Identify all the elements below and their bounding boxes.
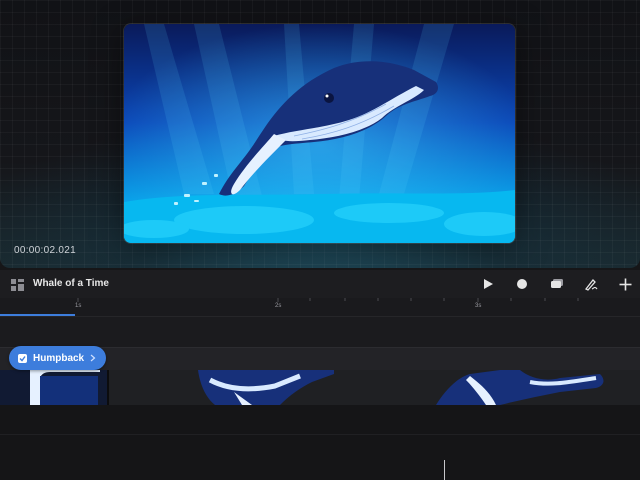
add-button[interactable]	[617, 276, 633, 292]
project-title: Whale of a Time	[33, 278, 109, 289]
timeline-empty-area[interactable]	[0, 405, 640, 480]
animation-canvas[interactable]	[124, 24, 515, 243]
onion-skin-icon	[551, 279, 563, 288]
play-icon	[484, 279, 493, 289]
timecode: 00:00:02.021	[14, 245, 76, 256]
divider	[0, 434, 640, 435]
checkmark-icon	[19, 355, 26, 362]
add-icon	[619, 278, 631, 290]
ruler-ticks	[0, 298, 579, 316]
visibility-checkbox[interactable]	[18, 353, 27, 363]
whale-artwork	[124, 24, 515, 243]
ruler-label-3s: 3s	[475, 303, 482, 309]
record-button[interactable]	[514, 276, 530, 292]
frame-strip[interactable]	[0, 370, 640, 405]
ruler-label-2s: 2s	[275, 303, 282, 309]
frame-thumbnails	[0, 370, 604, 405]
track-name-pill[interactable]: Humpback	[9, 346, 107, 370]
time-ruler[interactable]: 1s 2s 3s	[0, 298, 640, 317]
play-button[interactable]	[480, 276, 496, 292]
track-name: Humpback	[33, 352, 85, 364]
timeline-toolbar: Whale of a Time	[0, 270, 640, 298]
record-icon	[517, 279, 527, 289]
chevron-right-icon	[90, 354, 96, 362]
layers-icon[interactable]	[11, 278, 24, 291]
draw-button[interactable]	[583, 276, 599, 292]
draw-icon	[585, 279, 598, 291]
onion-skin-button[interactable]	[549, 276, 565, 292]
empty-track[interactable]	[0, 317, 640, 347]
playhead[interactable]	[444, 460, 445, 480]
preview-stage: 00:00:02.021	[0, 0, 640, 268]
ruler-label-1s: 1s	[75, 303, 82, 309]
